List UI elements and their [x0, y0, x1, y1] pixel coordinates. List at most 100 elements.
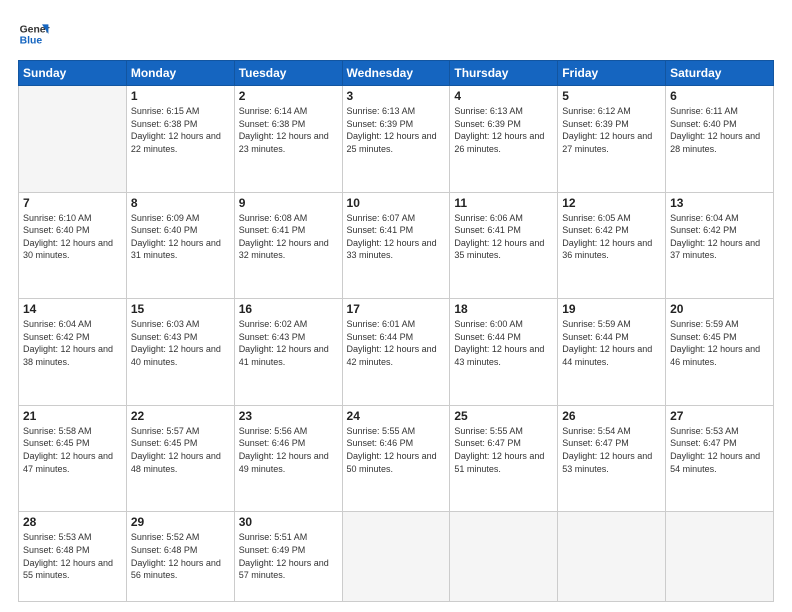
calendar-cell	[19, 86, 127, 193]
day-info: Sunrise: 5:53 AM Sunset: 6:47 PM Dayligh…	[670, 425, 769, 475]
day-info: Sunrise: 6:03 AM Sunset: 6:43 PM Dayligh…	[131, 318, 230, 368]
day-info: Sunrise: 6:09 AM Sunset: 6:40 PM Dayligh…	[131, 212, 230, 262]
day-info: Sunrise: 5:58 AM Sunset: 6:45 PM Dayligh…	[23, 425, 122, 475]
calendar-cell: 22 Sunrise: 5:57 AM Sunset: 6:45 PM Dayli…	[126, 405, 234, 512]
calendar-cell: 17 Sunrise: 6:01 AM Sunset: 6:44 PM Dayli…	[342, 299, 450, 406]
day-info: Sunrise: 6:13 AM Sunset: 6:39 PM Dayligh…	[454, 105, 553, 155]
day-info: Sunrise: 6:13 AM Sunset: 6:39 PM Dayligh…	[347, 105, 446, 155]
day-info: Sunrise: 5:55 AM Sunset: 6:47 PM Dayligh…	[454, 425, 553, 475]
day-number: 15	[131, 302, 230, 316]
calendar-cell: 24 Sunrise: 5:55 AM Sunset: 6:46 PM Dayli…	[342, 405, 450, 512]
day-number: 3	[347, 89, 446, 103]
calendar-header-friday: Friday	[558, 61, 666, 86]
page: General Blue SundayMondayTuesdayWednesda…	[0, 0, 792, 612]
day-number: 11	[454, 196, 553, 210]
calendar-cell: 27 Sunrise: 5:53 AM Sunset: 6:47 PM Dayli…	[666, 405, 774, 512]
day-number: 18	[454, 302, 553, 316]
logo: General Blue	[18, 18, 50, 50]
day-number: 16	[239, 302, 338, 316]
calendar-cell	[342, 512, 450, 602]
header: General Blue	[18, 18, 774, 50]
day-number: 24	[347, 409, 446, 423]
calendar-cell: 20Sunrise: 5:59 AM Sunset: 6:45 PM Dayli…	[666, 299, 774, 406]
day-info: Sunrise: 5:56 AM Sunset: 6:46 PM Dayligh…	[239, 425, 338, 475]
calendar-header-row: SundayMondayTuesdayWednesdayThursdayFrid…	[19, 61, 774, 86]
day-info: Sunrise: 6:07 AM Sunset: 6:41 PM Dayligh…	[347, 212, 446, 262]
calendar-cell: 26 Sunrise: 5:54 AM Sunset: 6:47 PM Dayli…	[558, 405, 666, 512]
calendar-cell: 30Sunrise: 5:51 AM Sunset: 6:49 PM Dayli…	[234, 512, 342, 602]
day-number: 26	[562, 409, 661, 423]
day-number: 23	[239, 409, 338, 423]
calendar-cell: 16Sunrise: 6:02 AM Sunset: 6:43 PM Dayli…	[234, 299, 342, 406]
day-number: 5	[562, 89, 661, 103]
calendar-cell: 23 Sunrise: 5:56 AM Sunset: 6:46 PM Dayli…	[234, 405, 342, 512]
calendar-week-row: 1Sunrise: 6:15 AM Sunset: 6:38 PM Daylig…	[19, 86, 774, 193]
calendar-cell: 15 Sunrise: 6:03 AM Sunset: 6:43 PM Dayli…	[126, 299, 234, 406]
calendar-cell: 25 Sunrise: 5:55 AM Sunset: 6:47 PM Dayli…	[450, 405, 558, 512]
calendar-cell: 10 Sunrise: 6:07 AM Sunset: 6:41 PM Dayli…	[342, 192, 450, 299]
day-info: Sunrise: 6:14 AM Sunset: 6:38 PM Dayligh…	[239, 105, 338, 155]
calendar-cell: 9 Sunrise: 6:08 AM Sunset: 6:41 PM Daylig…	[234, 192, 342, 299]
calendar-header-thursday: Thursday	[450, 61, 558, 86]
calendar-cell: 18 Sunrise: 6:00 AM Sunset: 6:44 PM Dayli…	[450, 299, 558, 406]
calendar-week-row: 28 Sunrise: 5:53 AM Sunset: 6:48 PM Dayli…	[19, 512, 774, 602]
day-number: 25	[454, 409, 553, 423]
day-number: 21	[23, 409, 122, 423]
day-number: 7	[23, 196, 122, 210]
calendar-cell: 28 Sunrise: 5:53 AM Sunset: 6:48 PM Dayli…	[19, 512, 127, 602]
day-info: Sunrise: 6:01 AM Sunset: 6:44 PM Dayligh…	[347, 318, 446, 368]
day-info: Sunrise: 5:52 AM Sunset: 6:48 PM Dayligh…	[131, 531, 230, 581]
calendar-cell: 1Sunrise: 6:15 AM Sunset: 6:38 PM Daylig…	[126, 86, 234, 193]
day-info: Sunrise: 6:04 AM Sunset: 6:42 PM Dayligh…	[23, 318, 122, 368]
day-number: 9	[239, 196, 338, 210]
day-number: 22	[131, 409, 230, 423]
calendar-cell: 14 Sunrise: 6:04 AM Sunset: 6:42 PM Dayli…	[19, 299, 127, 406]
day-number: 4	[454, 89, 553, 103]
calendar-cell: 7Sunrise: 6:10 AM Sunset: 6:40 PM Daylig…	[19, 192, 127, 299]
day-number: 17	[347, 302, 446, 316]
calendar-cell: 2Sunrise: 6:14 AM Sunset: 6:38 PM Daylig…	[234, 86, 342, 193]
day-info: Sunrise: 5:51 AM Sunset: 6:49 PM Dayligh…	[239, 531, 338, 581]
calendar-week-row: 7Sunrise: 6:10 AM Sunset: 6:40 PM Daylig…	[19, 192, 774, 299]
calendar-week-row: 21 Sunrise: 5:58 AM Sunset: 6:45 PM Dayli…	[19, 405, 774, 512]
calendar-header-tuesday: Tuesday	[234, 61, 342, 86]
calendar-cell: 29Sunrise: 5:52 AM Sunset: 6:48 PM Dayli…	[126, 512, 234, 602]
calendar-cell: 12Sunrise: 6:05 AM Sunset: 6:42 PM Dayli…	[558, 192, 666, 299]
calendar-cell	[450, 512, 558, 602]
day-info: Sunrise: 6:08 AM Sunset: 6:41 PM Dayligh…	[239, 212, 338, 262]
calendar-cell: 19 Sunrise: 5:59 AM Sunset: 6:44 PM Dayli…	[558, 299, 666, 406]
calendar-cell: 4 Sunrise: 6:13 AM Sunset: 6:39 PM Daylig…	[450, 86, 558, 193]
calendar-header-saturday: Saturday	[666, 61, 774, 86]
calendar-cell	[666, 512, 774, 602]
day-info: Sunrise: 5:59 AM Sunset: 6:45 PM Dayligh…	[670, 318, 769, 368]
day-info: Sunrise: 5:53 AM Sunset: 6:48 PM Dayligh…	[23, 531, 122, 581]
calendar-header-monday: Monday	[126, 61, 234, 86]
day-info: Sunrise: 6:00 AM Sunset: 6:44 PM Dayligh…	[454, 318, 553, 368]
day-number: 8	[131, 196, 230, 210]
day-number: 19	[562, 302, 661, 316]
calendar-table: SundayMondayTuesdayWednesdayThursdayFrid…	[18, 60, 774, 602]
calendar-week-row: 14 Sunrise: 6:04 AM Sunset: 6:42 PM Dayli…	[19, 299, 774, 406]
day-info: Sunrise: 6:15 AM Sunset: 6:38 PM Dayligh…	[131, 105, 230, 155]
calendar-header-wednesday: Wednesday	[342, 61, 450, 86]
calendar-cell: 6Sunrise: 6:11 AM Sunset: 6:40 PM Daylig…	[666, 86, 774, 193]
calendar-cell	[558, 512, 666, 602]
calendar-cell: 5Sunrise: 6:12 AM Sunset: 6:39 PM Daylig…	[558, 86, 666, 193]
day-number: 28	[23, 515, 122, 529]
logo-icon: General Blue	[18, 18, 50, 50]
svg-text:Blue: Blue	[20, 36, 43, 47]
day-number: 27	[670, 409, 769, 423]
day-info: Sunrise: 5:54 AM Sunset: 6:47 PM Dayligh…	[562, 425, 661, 475]
calendar-header-sunday: Sunday	[19, 61, 127, 86]
day-info: Sunrise: 6:06 AM Sunset: 6:41 PM Dayligh…	[454, 212, 553, 262]
day-number: 13	[670, 196, 769, 210]
calendar-cell: 13Sunrise: 6:04 AM Sunset: 6:42 PM Dayli…	[666, 192, 774, 299]
day-info: Sunrise: 5:59 AM Sunset: 6:44 PM Dayligh…	[562, 318, 661, 368]
day-info: Sunrise: 5:55 AM Sunset: 6:46 PM Dayligh…	[347, 425, 446, 475]
day-number: 10	[347, 196, 446, 210]
day-info: Sunrise: 6:05 AM Sunset: 6:42 PM Dayligh…	[562, 212, 661, 262]
day-number: 14	[23, 302, 122, 316]
calendar-cell: 8 Sunrise: 6:09 AM Sunset: 6:40 PM Daylig…	[126, 192, 234, 299]
day-info: Sunrise: 5:57 AM Sunset: 6:45 PM Dayligh…	[131, 425, 230, 475]
day-info: Sunrise: 6:11 AM Sunset: 6:40 PM Dayligh…	[670, 105, 769, 155]
